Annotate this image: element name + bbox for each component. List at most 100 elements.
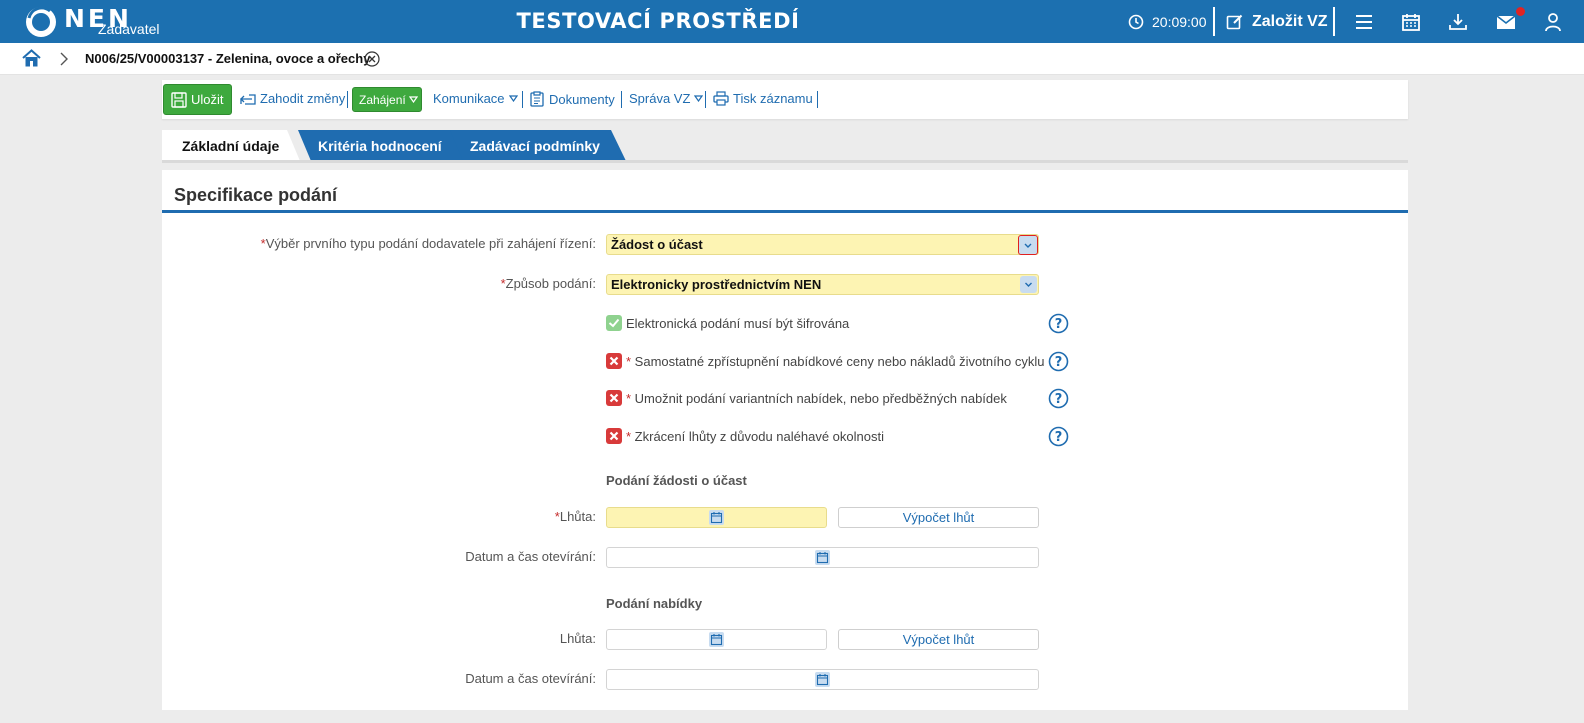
calendar-icon[interactable] xyxy=(709,510,724,525)
request-opening-input[interactable] xyxy=(606,547,1039,568)
clock-time: 20:09:00 xyxy=(1152,13,1207,30)
svg-text:?: ? xyxy=(1055,392,1063,407)
create-tender-button[interactable]: Založit VZ xyxy=(1226,0,1328,43)
discard-label: Zahodit změny xyxy=(260,91,346,106)
session-clock: 20:09:00 xyxy=(1128,0,1207,43)
offer-deadline-label: Lhůta: xyxy=(559,631,596,646)
clock-icon xyxy=(1128,14,1144,29)
svg-text:?: ? xyxy=(1055,317,1063,332)
divider xyxy=(817,91,818,108)
request-opening-label: Datum a čas otevírání: xyxy=(465,549,596,564)
help-icon[interactable]: ? xyxy=(1048,313,1069,334)
documents-link[interactable]: Dokumenty xyxy=(530,91,615,107)
chevron-down-icon xyxy=(408,96,418,103)
communication-menu[interactable]: Komunikace xyxy=(433,91,518,106)
start-procedure-dropdown[interactable]: Zahájení xyxy=(352,87,422,112)
variant-offers-label: * Umožnit podání variantních nabídek, ne… xyxy=(626,391,1007,406)
create-tender-label: Založit VZ xyxy=(1252,12,1328,30)
section-title: Specifikace podání xyxy=(174,185,338,205)
download-icon[interactable] xyxy=(1448,12,1468,32)
print-label: Tisk záznamu xyxy=(733,91,813,106)
start-label: Zahájení xyxy=(359,92,406,107)
mail-icon[interactable] xyxy=(1496,12,1516,32)
divider xyxy=(621,91,622,108)
request-deadline-label: *Lhůta: xyxy=(554,509,596,524)
divider xyxy=(1213,7,1215,36)
section-divider xyxy=(162,210,1408,213)
request-heading: Podání žádosti o účast xyxy=(606,473,747,488)
tab-underline xyxy=(162,160,1408,163)
cross-icon xyxy=(609,393,619,403)
calendar-icon[interactable] xyxy=(709,632,724,647)
tab-evaluation-criteria[interactable]: Kritéria hodnocení xyxy=(298,130,468,161)
notification-badge xyxy=(1516,7,1525,16)
cross-icon xyxy=(609,356,619,366)
undo-icon xyxy=(240,93,256,105)
submission-spec-panel: Specifikace podání *Výběr prvního typu p… xyxy=(162,170,1408,710)
separate-price-checkbox[interactable] xyxy=(606,353,622,369)
request-deadline-input[interactable] xyxy=(606,507,827,528)
tab-tender-conditions[interactable]: Zadávací podmínky xyxy=(450,130,626,161)
divider xyxy=(1333,7,1335,36)
encryption-checkbox[interactable] xyxy=(606,315,622,331)
documents-label: Dokumenty xyxy=(549,91,615,107)
first-type-select[interactable]: Žádost o účast xyxy=(606,234,1039,255)
dropdown-toggle[interactable] xyxy=(1020,276,1037,293)
method-label: *Způsob podání: xyxy=(500,276,596,291)
chevron-down-icon xyxy=(508,95,518,102)
save-button[interactable]: Uložit xyxy=(163,84,232,115)
top-bar: NEN Zadavatel TESTOVACÍ PROSTŘEDÍ 20:09:… xyxy=(0,0,1584,43)
svg-text:?: ? xyxy=(1055,355,1063,370)
encryption-label: Elektronická podání musí být šifrována xyxy=(626,316,850,331)
communication-label: Komunikace xyxy=(433,91,505,106)
management-label: Správa VZ xyxy=(629,91,691,106)
user-icon[interactable] xyxy=(1543,12,1563,32)
help-icon[interactable]: ? xyxy=(1048,388,1069,409)
help-icon[interactable]: ? xyxy=(1048,426,1069,447)
discard-changes-link[interactable]: Zahodit změny xyxy=(240,91,345,106)
chevron-down-icon xyxy=(1024,243,1032,248)
chevron-right-icon xyxy=(60,52,68,66)
dropdown-toggle[interactable] xyxy=(1018,235,1038,255)
urgent-shortening-checkbox[interactable] xyxy=(606,428,622,444)
calculate-deadline-button[interactable]: Výpočet lhůt xyxy=(838,507,1039,528)
svg-text:?: ? xyxy=(1055,430,1063,445)
edit-icon xyxy=(1226,14,1243,29)
print-record-link[interactable]: Tisk záznamu xyxy=(713,91,813,106)
tab-basic-info[interactable]: Základní údaje xyxy=(162,130,300,161)
variant-offers-checkbox[interactable] xyxy=(606,390,622,406)
tab-strip: Základní údaje Kritéria hodnocení Zadáva… xyxy=(162,130,632,161)
printer-icon xyxy=(713,91,729,106)
home-icon[interactable] xyxy=(22,49,41,68)
help-icon[interactable]: ? xyxy=(1048,351,1069,372)
cross-icon xyxy=(609,431,619,441)
calendar-icon[interactable] xyxy=(815,672,830,687)
offer-heading: Podání nabídky xyxy=(606,596,703,611)
floppy-icon xyxy=(171,91,187,108)
menu-icon[interactable] xyxy=(1354,12,1374,32)
tender-management-menu[interactable]: Správa VZ xyxy=(629,91,704,106)
method-value: Elektronicky prostřednictvím NEN xyxy=(611,277,822,292)
divider xyxy=(522,91,523,108)
first-type-value: Žádost o účast xyxy=(611,237,703,252)
environment-title: TESTOVACÍ PROSTŘEDÍ xyxy=(516,9,800,33)
offer-opening-label: Datum a čas otevírání: xyxy=(465,671,596,686)
action-toolbar: Uložit Zahodit změny Zahájení Komunikace… xyxy=(162,80,1408,119)
check-icon xyxy=(608,318,620,328)
calendar-icon[interactable] xyxy=(1401,12,1421,32)
chevron-down-icon xyxy=(694,95,704,102)
offer-opening-input[interactable] xyxy=(606,669,1039,690)
chevron-down-icon xyxy=(1025,282,1032,287)
method-select[interactable]: Elektronicky prostřednictvím NEN xyxy=(606,274,1039,295)
breadcrumb: N006/25/V00003137 - Zelenina, ovoce a oř… xyxy=(0,43,1584,75)
first-type-label: *Výběr prvního typu podání dodavatele př… xyxy=(260,236,596,251)
calculate-deadline-button[interactable]: Výpočet lhůt xyxy=(838,629,1039,650)
close-icon[interactable] xyxy=(364,51,380,67)
divider xyxy=(347,91,348,108)
breadcrumb-title[interactable]: N006/25/V00003137 - Zelenina, ovoce a oř… xyxy=(85,51,370,66)
urgent-shortening-label: * Zkrácení lhůty z důvodu naléhavé okoln… xyxy=(626,429,884,444)
document-icon xyxy=(530,91,544,107)
offer-deadline-input[interactable] xyxy=(606,629,827,650)
save-label: Uložit xyxy=(191,92,224,107)
calendar-icon[interactable] xyxy=(815,550,830,565)
